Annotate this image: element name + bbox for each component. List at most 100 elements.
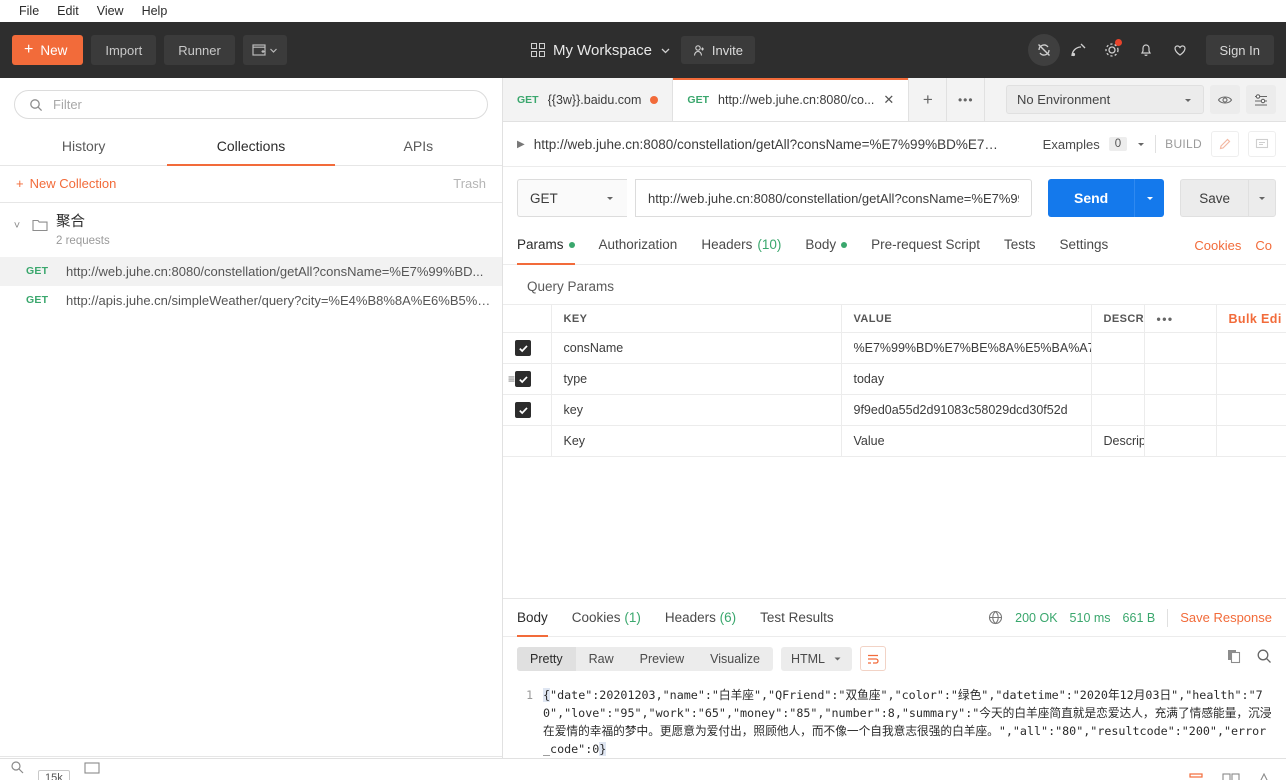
chevron-right-icon[interactable]: ▶: [517, 139, 525, 150]
sync-off-icon[interactable]: [1027, 34, 1060, 66]
new-button[interactable]: + New: [12, 35, 84, 65]
list-item[interactable]: GET http://apis.juhe.cn/simpleWeather/qu…: [0, 286, 502, 315]
filter-input[interactable]: [53, 97, 473, 112]
trash-icon[interactable]: [1188, 770, 1204, 780]
sidebar-tabs: History Collections APIs: [0, 127, 502, 166]
tab-body[interactable]: Body: [805, 227, 848, 265]
code-link[interactable]: Co: [1255, 238, 1272, 253]
table-row[interactable]: consName %E7%99%BD%E7%BE%8A%E5%BA%A7: [503, 332, 1286, 364]
sidebar-tab-history[interactable]: History: [0, 127, 167, 166]
checkbox[interactable]: [515, 402, 531, 418]
heart-icon[interactable]: [1164, 34, 1196, 66]
view-mode-pretty[interactable]: Pretty: [517, 646, 576, 671]
save-button[interactable]: Save: [1180, 179, 1248, 217]
param-value[interactable]: %E7%99%BD%E7%BE%8A%E5%BA%A7: [841, 332, 1092, 364]
sign-in-button[interactable]: Sign In: [1205, 35, 1274, 65]
param-description[interactable]: [1091, 394, 1145, 426]
search-button[interactable]: [1256, 648, 1272, 669]
view-mode-raw[interactable]: Raw: [576, 647, 627, 671]
save-options-button[interactable]: [1248, 179, 1276, 217]
new-collection-button[interactable]: + New Collection: [16, 176, 116, 191]
new-param-value[interactable]: Value: [841, 425, 1092, 457]
sidebar-tab-collections[interactable]: Collections: [167, 127, 335, 166]
environment-quick-look-button[interactable]: [1210, 85, 1240, 114]
param-key[interactable]: consName: [551, 332, 842, 364]
tab-authorization[interactable]: Authorization: [599, 227, 678, 265]
param-description[interactable]: [1091, 332, 1145, 364]
new-param-key[interactable]: Key: [551, 425, 842, 457]
param-description[interactable]: [1091, 363, 1145, 395]
console-icon[interactable]: [84, 761, 100, 779]
close-icon[interactable]: ✕: [883, 93, 894, 106]
tab-settings[interactable]: Settings: [1059, 227, 1108, 265]
import-button[interactable]: Import: [91, 35, 157, 65]
list-item[interactable]: GET http://web.juhe.cn:8080/constellatio…: [0, 256, 502, 286]
response-tab-body[interactable]: Body: [517, 599, 548, 637]
chevron-down-icon[interactable]: [1136, 139, 1146, 149]
grid-icon: [531, 43, 545, 57]
param-value[interactable]: today: [841, 363, 1092, 395]
collection-item[interactable]: ˅ 聚合 2 requests: [0, 203, 502, 257]
bulk-edit-link[interactable]: Bulk Edi: [1229, 312, 1282, 326]
new-tab-button[interactable]: +: [909, 78, 948, 121]
sidebar: History Collections APIs + New Collectio…: [0, 78, 503, 780]
runner-button[interactable]: Runner: [164, 35, 235, 65]
response-tab-test-results[interactable]: Test Results: [760, 599, 834, 637]
checkbox[interactable]: [515, 340, 531, 356]
layout-icon[interactable]: [1222, 770, 1240, 780]
response-tab-headers[interactable]: Headers (6): [665, 599, 736, 637]
format-selector[interactable]: HTML: [780, 646, 852, 671]
edit-button[interactable]: [1211, 131, 1239, 157]
more-options-icon[interactable]: •••: [1157, 312, 1174, 326]
method-selector[interactable]: GET: [517, 179, 627, 217]
open-brace: {: [543, 688, 551, 702]
environment-settings-button[interactable]: [1246, 85, 1276, 114]
wrap-lines-button[interactable]: [859, 646, 886, 671]
help-icon[interactable]: [1258, 770, 1272, 780]
param-value[interactable]: 9f9ed0a55d2d91083c58029dcd30f52d: [841, 394, 1092, 426]
environment-selector[interactable]: No Environment: [1006, 85, 1204, 114]
menu-item-view[interactable]: View: [88, 4, 133, 18]
send-options-button[interactable]: [1134, 179, 1165, 217]
request-tab-baidu[interactable]: GET {{3w}}.baidu.com: [503, 78, 674, 121]
response-tab-cookies[interactable]: Cookies (1): [572, 599, 641, 637]
view-mode-preview[interactable]: Preview: [627, 647, 697, 671]
tab-params[interactable]: Params: [517, 227, 575, 265]
checkbox[interactable]: [515, 371, 531, 387]
zoom-level[interactable]: 15k: [38, 769, 70, 780]
bell-icon[interactable]: [1130, 34, 1162, 66]
sidebar-tab-apis[interactable]: APIs: [335, 127, 502, 166]
filter-box[interactable]: [14, 90, 488, 119]
gear-icon[interactable]: [1096, 34, 1128, 66]
send-button[interactable]: Send: [1047, 179, 1135, 217]
new-window-button[interactable]: [242, 35, 287, 65]
satellite-icon[interactable]: [1062, 34, 1094, 66]
copy-button[interactable]: [1226, 648, 1242, 669]
new-param-description[interactable]: Description: [1091, 425, 1145, 457]
request-tab-juhe[interactable]: GET http://web.juhe.cn:8080/co... ✕: [673, 78, 910, 121]
drag-handle-icon[interactable]: ≡: [508, 373, 515, 385]
invite-button[interactable]: Invite: [680, 36, 755, 64]
param-key[interactable]: type: [551, 363, 842, 395]
trash-button[interactable]: Trash: [453, 176, 486, 191]
menu-item-edit[interactable]: Edit: [48, 4, 88, 18]
cookies-link[interactable]: Cookies: [1194, 238, 1241, 253]
save-response-button[interactable]: Save Response: [1180, 610, 1272, 625]
tab-pre-request-script[interactable]: Pre-request Script: [871, 227, 980, 265]
chevron-down-icon[interactable]: ˅: [10, 213, 24, 232]
menu-item-file[interactable]: File: [10, 4, 48, 18]
comment-button[interactable]: [1248, 131, 1276, 157]
table-row-placeholder[interactable]: Key Value Description: [503, 425, 1286, 457]
url-input[interactable]: [635, 179, 1032, 217]
workspace-selector[interactable]: My Workspace: [531, 42, 671, 59]
find-icon[interactable]: [10, 760, 24, 779]
tab-title: http://web.juhe.cn:8080/co...: [718, 92, 875, 107]
table-row[interactable]: ≡ type today: [503, 363, 1286, 395]
view-mode-visualize[interactable]: Visualize: [697, 647, 773, 671]
tab-more-button[interactable]: •••: [947, 78, 986, 121]
menu-item-help[interactable]: Help: [133, 4, 177, 18]
param-key[interactable]: key: [551, 394, 842, 426]
tab-tests[interactable]: Tests: [1004, 227, 1036, 265]
table-row[interactable]: key 9f9ed0a55d2d91083c58029dcd30f52d: [503, 394, 1286, 426]
tab-headers[interactable]: Headers (10): [701, 227, 781, 265]
